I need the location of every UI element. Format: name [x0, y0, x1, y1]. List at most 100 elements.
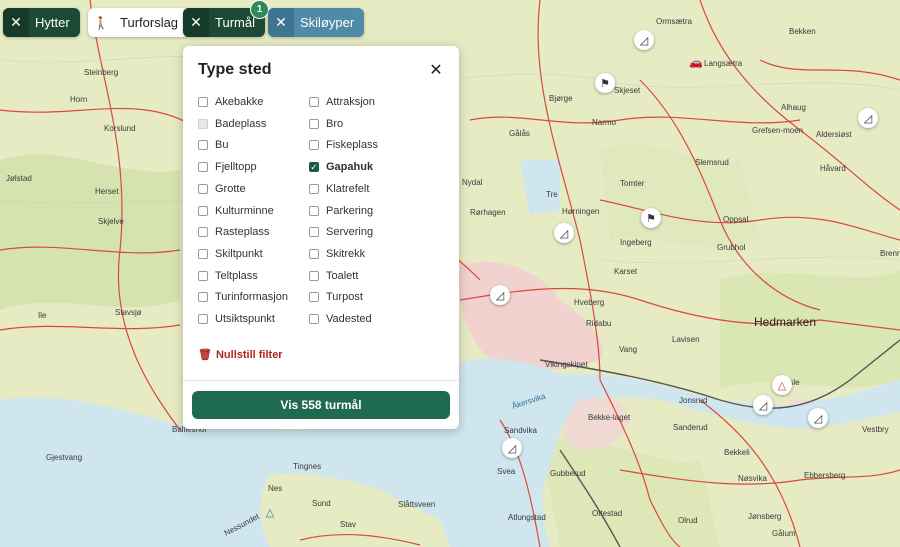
shelter-marker[interactable]: ◿	[808, 408, 828, 428]
checkbox[interactable]	[198, 314, 208, 324]
map-label: Alhaug	[781, 103, 806, 112]
filter-option[interactable]: Kulturminne	[198, 205, 274, 217]
filter-option[interactable]: Servering	[309, 226, 373, 238]
checkbox[interactable]	[198, 292, 208, 303]
map-label: Jølstad	[6, 174, 32, 183]
checkbox[interactable]	[309, 270, 319, 281]
checkbox[interactable]	[198, 248, 208, 259]
chip-hytter-label: Hytter	[35, 15, 70, 30]
filter-option[interactable]: Fiskeplass	[309, 139, 378, 151]
filter-option[interactable]: Toalett	[309, 270, 358, 282]
map-label: Ingeberg	[620, 238, 652, 247]
show-results-button[interactable]: Vis 558 turmål	[192, 391, 450, 419]
map-label: Gålås	[509, 129, 530, 138]
checkbox[interactable]	[198, 183, 208, 194]
filter-option[interactable]: Turpost	[309, 291, 363, 303]
chip-turmal[interactable]: ✕ Turmål 1	[183, 0, 269, 37]
checkbox[interactable]	[309, 292, 319, 303]
checkbox[interactable]	[198, 118, 208, 129]
remove-hytter-icon[interactable]: ✕	[3, 8, 29, 37]
map-label: Steinberg	[84, 68, 118, 77]
checkbox[interactable]	[198, 270, 208, 281]
shelter-marker[interactable]: ◿	[490, 285, 510, 305]
map-label: Stavsjø	[115, 308, 142, 317]
chip-skiloyper[interactable]: ✕ Skiløyper	[268, 8, 365, 37]
map-label: Nes	[268, 484, 282, 493]
filter-option[interactable]: Klatrefelt	[309, 183, 369, 195]
filter-option[interactable]: Bro	[309, 118, 343, 130]
checkbox[interactable]	[198, 162, 208, 173]
filter-option-label: Fjelltopp	[215, 161, 257, 174]
checkbox[interactable]	[198, 227, 208, 238]
map-label: Brenn	[880, 249, 900, 258]
map-label: Lavisen	[672, 335, 700, 344]
shelter-marker[interactable]: ◿	[554, 223, 574, 243]
remove-turmal-icon[interactable]: ✕	[183, 8, 209, 37]
map-label: Jønsberg	[748, 512, 781, 521]
shelter-marker[interactable]: ◿	[634, 30, 654, 50]
map-label: Svea	[497, 467, 516, 476]
panel-title: Type sted	[198, 61, 272, 78]
map-label: Korslund	[104, 124, 136, 133]
filter-option[interactable]: Attraksjon	[309, 96, 375, 108]
reset-filter-button[interactable]: 🗑 Nullstill filter	[198, 348, 283, 362]
filter-option-label: Kulturminne	[215, 204, 274, 217]
checkbox[interactable]	[309, 314, 319, 324]
parking-marker[interactable]: 🚗	[686, 52, 706, 72]
checkbox[interactable]	[309, 227, 319, 238]
filter-option-label: Bu	[215, 139, 229, 152]
filter-option[interactable]: Vadested	[309, 313, 372, 325]
shelter-marker[interactable]: ◿	[502, 438, 522, 458]
checkbox[interactable]	[309, 248, 319, 259]
close-icon[interactable]: ✕	[427, 62, 445, 80]
filter-option-label: Rasteplass	[215, 226, 270, 239]
checkbox-checked[interactable]: ✓	[309, 162, 319, 173]
reset-filter-label: Nullstill filter	[215, 348, 283, 361]
filter-option[interactable]: Skitrekk	[309, 248, 365, 260]
warning-marker[interactable]: △	[772, 375, 792, 395]
filter-option[interactable]: Skiltpunkt	[198, 248, 263, 260]
filter-option[interactable]: Grotte	[198, 183, 246, 195]
checkbox[interactable]	[198, 97, 208, 107]
map-label: Jonsrud	[679, 396, 707, 405]
chip-turforslag[interactable]: 🚶 Turforslag	[88, 8, 189, 37]
map-label: Grubhol	[717, 243, 746, 252]
checkbox[interactable]	[309, 183, 319, 194]
tent-marker[interactable]: △	[260, 502, 280, 522]
filter-option[interactable]: Utsiktspunkt	[198, 313, 275, 325]
filter-option[interactable]: Teltplass	[198, 270, 258, 282]
filter-option[interactable]: Akebakke	[198, 96, 263, 108]
checkbox[interactable]	[198, 205, 208, 216]
checkbox[interactable]	[309, 97, 319, 107]
flag-marker[interactable]: ⚑	[641, 208, 661, 228]
flag-marker[interactable]: ⚑	[595, 73, 615, 93]
type-sted-filter-panel: Type sted ✕ Akebakke Badeplass Bu Fjelltopp…	[183, 46, 459, 429]
filter-option-label: Gapahuk	[326, 161, 374, 174]
filter-option-label: Teltplass	[215, 269, 258, 282]
filter-option[interactable]: Turinformasjon	[198, 291, 288, 303]
filter-option[interactable]: Badeplass	[198, 118, 266, 130]
checkbox[interactable]	[309, 118, 319, 129]
map-label: Vestbry	[862, 425, 889, 434]
filter-option[interactable]: Fjelltopp	[198, 161, 257, 173]
checkbox[interactable]	[198, 140, 208, 151]
filter-option-label: Klatrefelt	[326, 182, 370, 195]
filter-option[interactable]: Bu	[198, 139, 228, 151]
shelter-marker[interactable]: ◿	[858, 108, 878, 128]
map-label: Karset	[614, 267, 638, 276]
filter-option[interactable]: Parkering	[309, 205, 373, 217]
map-label: Sandvika	[504, 426, 537, 435]
filter-option[interactable]: ✓ Gapahuk	[309, 161, 373, 173]
map-label: Bekkeli	[724, 448, 750, 457]
remove-skiloyper-icon[interactable]: ✕	[268, 8, 294, 37]
map-label: Vikingskipet	[545, 360, 588, 369]
chip-hytter[interactable]: ✕ Hytter	[3, 8, 80, 37]
checkbox[interactable]	[309, 140, 319, 151]
filter-option[interactable]: Rasteplass	[198, 226, 269, 238]
shelter-marker[interactable]: ◿	[753, 395, 773, 415]
filter-option-label: Utsiktspunkt	[215, 313, 275, 325]
filter-option-label: Fiskeplass	[326, 139, 378, 152]
filter-option-label: Vadested	[326, 313, 372, 325]
filter-option-label: Parkering	[326, 204, 374, 217]
checkbox[interactable]	[309, 205, 319, 216]
